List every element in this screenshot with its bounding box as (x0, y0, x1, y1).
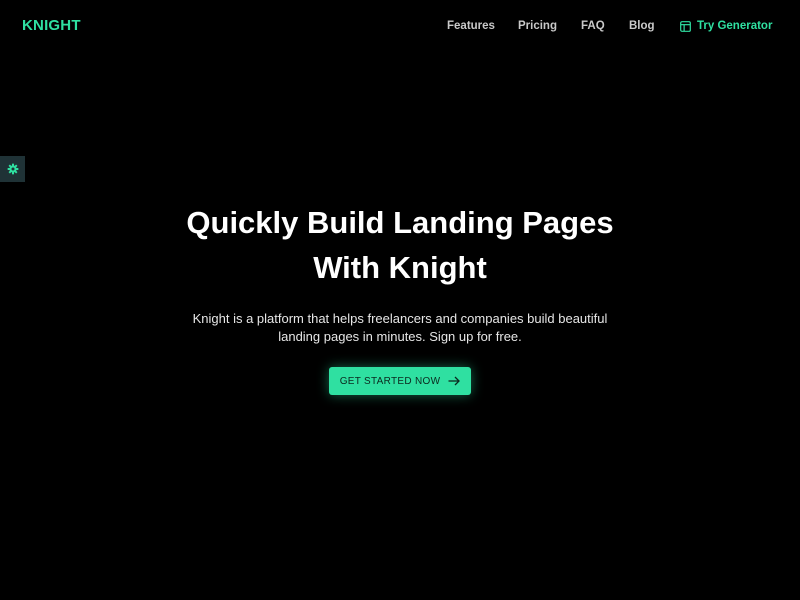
settings-tab[interactable] (0, 156, 25, 182)
nav-link-faq[interactable]: FAQ (581, 20, 605, 32)
hero-title-line-1: Quickly Build Landing Pages (186, 205, 614, 240)
layout-icon (680, 20, 691, 32)
get-started-label: GET STARTED NOW (339, 375, 441, 387)
hero-title-line-2: With Knight (313, 250, 487, 285)
main-nav: Features Pricing FAQ Blog Try Generator (0, 20, 800, 36)
arrow-right-icon (448, 376, 461, 386)
hero-description-line-2: landing pages in minutes. Sign up for fr… (278, 329, 522, 344)
site-header: KNIGHT Features Pricing FAQ Blog Try Gen… (0, 0, 800, 54)
hero-title: Quickly Build Landing Pages With Knight (0, 200, 800, 290)
nav-link-pricing[interactable]: Pricing (518, 20, 557, 32)
try-generator-link[interactable]: Try Generator (680, 20, 772, 32)
hero-description: Knight is a platform that helps freelanc… (180, 310, 620, 346)
try-generator-label: Try Generator (697, 20, 773, 32)
landing-page: KNIGHT Features Pricing FAQ Blog Try Gen… (0, 0, 800, 600)
gear-icon (7, 163, 18, 175)
nav-link-features[interactable]: Features (447, 20, 495, 32)
get-started-button[interactable]: GET STARTED NOW (329, 367, 471, 395)
hero-section: Quickly Build Landing Pages With Knight … (0, 200, 800, 346)
nav-link-blog[interactable]: Blog (629, 20, 655, 32)
hero-description-line-1: Knight is a platform that helps freelanc… (192, 311, 608, 326)
